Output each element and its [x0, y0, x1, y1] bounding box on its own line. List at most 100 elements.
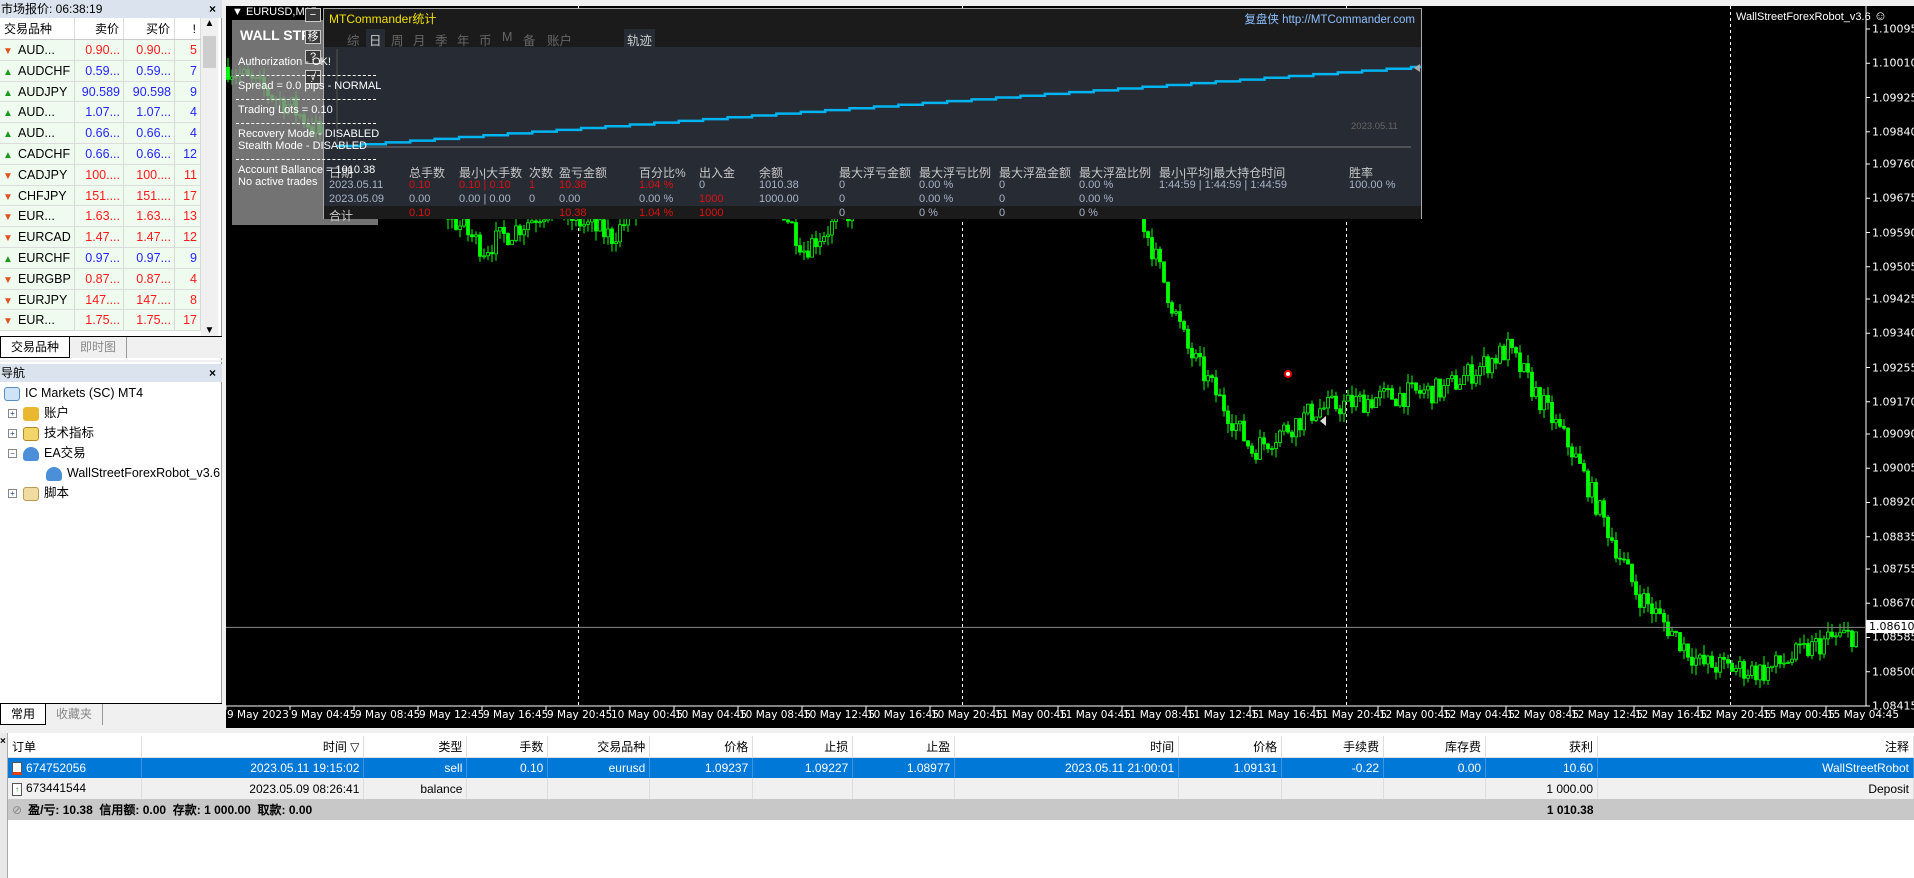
symbol-name: CHFJPY [18, 188, 67, 203]
symbol-row[interactable]: ▲ AUDJPY 90.589 90.598 9 [0, 81, 201, 103]
sell-order-icon [12, 761, 22, 775]
candle-body [1470, 364, 1474, 384]
trade-open-marker-icon[interactable] [1284, 370, 1292, 378]
symbol-row[interactable]: ▼ EUR... 1.63... 1.63... 13 [0, 206, 201, 228]
column-header[interactable]: 库存费 [1383, 736, 1487, 758]
mtc-cell: 0.10 | 0.10 [459, 179, 511, 191]
arrow-up-icon: ▲ [3, 149, 13, 161]
tab-tick-chart[interactable]: 即时图 [70, 337, 128, 358]
symbol-row[interactable]: ▼ CADJPY 100.... 100.... 11 [0, 164, 201, 186]
tab-common[interactable]: 常用 [0, 704, 47, 725]
column-bid[interactable]: 卖价 [75, 18, 124, 39]
dropdown-triangle-icon[interactable]: ▼ [232, 6, 246, 18]
symbol-row[interactable]: ▼ EUR... 1.75... 1.75... 17 [0, 310, 201, 332]
ask-price: 100.... [124, 164, 175, 185]
scrollbar-thumb[interactable] [203, 36, 216, 68]
expand-icon[interactable]: + [8, 409, 17, 419]
column-header[interactable]: 获利 [1485, 736, 1599, 758]
candle-body [1754, 665, 1758, 681]
candle-body [1550, 401, 1554, 424]
column-symbol[interactable]: 交易品种 [0, 18, 75, 39]
symbol-row[interactable]: ▼ EURCAD 1.47... 1.47... 12 [0, 227, 201, 248]
table-row[interactable]: ↑ 673441544 2023.05.09 08:26:41 balance 1 00… [8, 778, 1914, 799]
collapse-icon[interactable]: − [8, 449, 17, 459]
expand-icon[interactable]: + [8, 489, 17, 499]
tree-item-expert-advisors[interactable]: − EA交易 [8, 443, 86, 463]
column-header[interactable]: 手数 [466, 736, 549, 758]
spread-value: 17 [175, 310, 201, 331]
equity-curve-chart [336, 49, 1421, 148]
candle-body [1682, 643, 1686, 652]
column-header[interactable]: 注释 [1597, 736, 1914, 758]
expand-icon[interactable]: + [8, 429, 17, 439]
column-header[interactable]: 价格 [1178, 736, 1283, 758]
candle-body [1670, 630, 1674, 637]
smiley-icon: ☺ [1873, 8, 1888, 23]
bid-price: 147.... [75, 289, 124, 310]
time-tick-label: 9 May 04:45 [291, 709, 357, 721]
column-header[interactable]: 交易品种 [547, 736, 651, 758]
column-header[interactable]: 止盈 [852, 736, 956, 758]
candle-body [1358, 394, 1362, 397]
candle-body [1802, 643, 1806, 645]
price-tick-label: 1.09840 [1872, 125, 1914, 139]
tree-item-scripts[interactable]: + 脚本 [8, 483, 69, 503]
tree-item-ea-wallstreet[interactable]: WallStreetForexRobot_v3.6 [46, 463, 220, 483]
table-cell: eurusd [547, 757, 651, 778]
trade-close-marker-icon[interactable] [1320, 416, 1326, 426]
symbol-row[interactable]: ▲ CADCHF 0.66... 0.66... 12 [0, 143, 201, 165]
symbol-row[interactable]: ▼ AUD... 0.90... 0.90... 5 [0, 40, 201, 61]
cell-value: WallStreetRobot [1822, 760, 1909, 775]
tree-root[interactable]: IC Markets (SC) MT4 [4, 383, 143, 403]
time-tick-label: 11 May 12:45 [1187, 709, 1260, 721]
move-button[interactable]: 移 [305, 30, 321, 44]
column-header[interactable]: 订单 [8, 736, 143, 758]
ask-price: 90.598 [124, 81, 175, 102]
candle-body [1626, 559, 1630, 565]
tree-item-indicators[interactable]: + 技术指标 [8, 423, 94, 443]
column-header[interactable]: 止损 [752, 736, 854, 758]
symbol-cell: ▼ EURJPY [0, 289, 75, 310]
close-icon[interactable]: × [209, 364, 216, 382]
expert-hat-icon [46, 466, 62, 481]
mtc-brand-link[interactable]: 复盘侠 http://MTCommander.com [1244, 11, 1415, 27]
column-header[interactable]: 价格 [649, 736, 754, 758]
mtc-tab[interactable]: M [499, 29, 515, 45]
tree-item-accounts[interactable]: + 账户 [8, 403, 69, 423]
symbol-row[interactable]: ▲ EURCHF 0.97... 0.97... 9 [0, 247, 201, 269]
close-icon[interactable]: × [209, 0, 216, 18]
table-row[interactable]: 674752056 2023.05.11 19:15:02 sell 0.10 euru… [8, 757, 1914, 778]
mtc-cell: 10.38 [559, 179, 587, 191]
candle-body [1278, 430, 1282, 443]
current-price-label: 1.08610 [1866, 620, 1914, 633]
spread-value: 17 [175, 185, 201, 206]
column-header[interactable]: 手续费 [1281, 736, 1385, 758]
symbol-row[interactable]: ▲ AUDCHF 0.59... 0.59... 7 [0, 60, 201, 82]
symbol-row[interactable]: ▲ AUD... 0.66... 0.66... 4 [0, 123, 201, 144]
close-icon[interactable]: × [0, 736, 6, 747]
symbol-row[interactable]: ▲ AUD... 1.07... 1.07... 4 [0, 102, 201, 124]
column-header[interactable]: 类型 [363, 736, 468, 758]
minimize-button[interactable]: − [305, 8, 321, 22]
price-tick-label: 1.10095 [1872, 22, 1914, 36]
column-ask[interactable]: 买价 [124, 18, 175, 39]
candle-body [1826, 631, 1830, 640]
tab-favorites[interactable]: 收藏夹 [46, 704, 104, 725]
column-header[interactable]: 时间 ▽ [141, 736, 365, 758]
cell-value: 10.60 [1563, 760, 1594, 775]
bid-price: 0.90... [75, 40, 124, 60]
ask-price: 1.47... [124, 227, 175, 247]
scrollbar[interactable]: ▲ ▼ [201, 18, 218, 336]
symbol-row[interactable]: ▼ EURJPY 147.... 147.... 8 [0, 289, 201, 311]
candle-body [1322, 407, 1326, 410]
time-tick-label: 10 May 12:45 [803, 709, 876, 721]
scroll-down-icon[interactable]: ▼ [201, 325, 218, 336]
column-spread[interactable]: ! [175, 18, 201, 39]
column-header[interactable]: 时间 [954, 736, 1180, 758]
symbol-row[interactable]: ▼ CHFJPY 151.... 151.... 17 [0, 185, 201, 207]
tab-symbols[interactable]: 交易品种 [0, 337, 71, 358]
symbol-row[interactable]: ▼ EURGBP 0.87... 0.87... 4 [0, 268, 201, 290]
scroll-up-icon[interactable]: ▲ [201, 18, 218, 29]
candle-body [786, 219, 790, 223]
bid-price: 0.59... [75, 60, 124, 81]
